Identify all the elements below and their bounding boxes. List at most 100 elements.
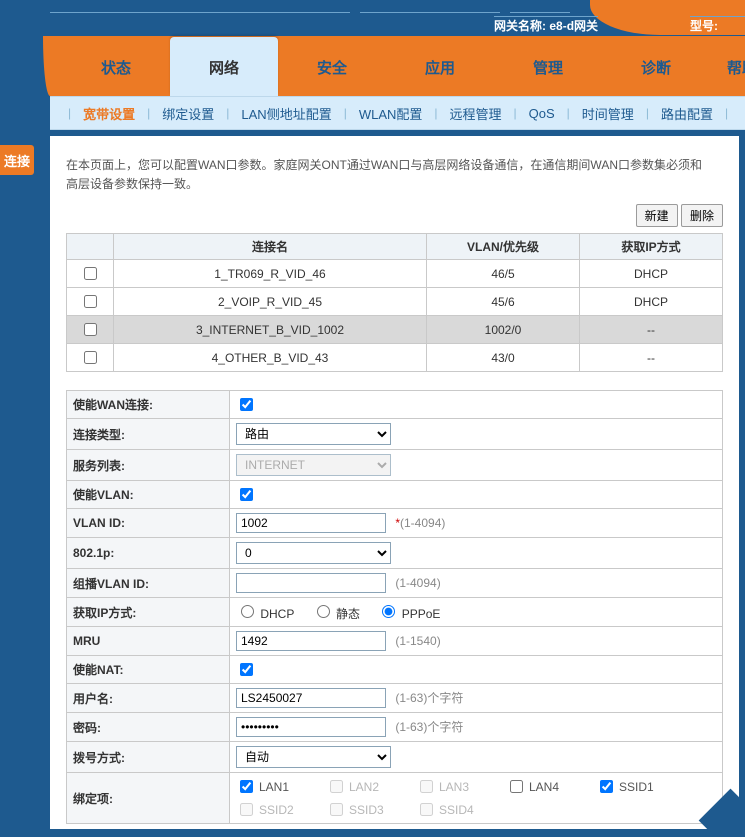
radio-pppoe-label[interactable]: PPPoE	[377, 607, 440, 621]
label-enable-nat: 使能NAT:	[67, 656, 230, 684]
col-name: 连接名	[114, 234, 427, 260]
bind-lan1[interactable]: LAN1	[236, 777, 326, 796]
col-check	[67, 234, 114, 260]
cell-name: 2_VOIP_R_VID_45	[114, 288, 427, 316]
input-vlan-id[interactable]	[236, 513, 386, 533]
checkbox-enable-nat[interactable]	[240, 663, 253, 676]
cell-vlan: 1002/0	[427, 316, 580, 344]
bind-checkbox-lan3	[420, 780, 433, 793]
tab-6[interactable]: 帮助	[710, 37, 745, 96]
toolbar: 新建 删除	[66, 204, 723, 227]
cell-name: 3_INTERNET_B_VID_1002	[114, 316, 427, 344]
col-ipmode: 获取IP方式	[580, 234, 723, 260]
page-description: 在本页面上，您可以配置WAN口参数。家庭网关ONT通过WAN口与高层网络设备通信…	[66, 156, 723, 194]
tab-1[interactable]: 网络	[170, 37, 278, 96]
label-username: 用户名:	[67, 684, 230, 713]
model-label: 型号:	[690, 19, 718, 33]
bind-lan2: LAN2	[326, 777, 416, 796]
subnav-item-2[interactable]: LAN侧地址配置	[233, 104, 339, 123]
bind-checkbox-ssid3	[330, 803, 343, 816]
label-mcast-vlan: 组播VLAN ID:	[67, 569, 230, 598]
side-tab-connection[interactable]: 连接	[0, 145, 34, 175]
input-mcast-vlan[interactable]	[236, 573, 386, 593]
select-conn-type[interactable]: 路由	[236, 423, 391, 445]
gateway-value: e8-d网关	[549, 19, 598, 33]
table-row[interactable]: 1_TR069_R_VID_4646/5DHCP	[67, 260, 723, 288]
radio-pppoe[interactable]	[382, 605, 395, 618]
tab-5[interactable]: 诊断	[602, 37, 710, 96]
hint-mru: (1-1540)	[395, 634, 440, 648]
checkbox-enable-vlan[interactable]	[240, 488, 253, 501]
radio-static[interactable]	[317, 605, 330, 618]
checkbox-enable-wan[interactable]	[240, 398, 253, 411]
label-dial: 拨号方式:	[67, 742, 230, 773]
radio-static-label[interactable]: 静态	[312, 607, 360, 621]
radio-group-ipmode: DHCP 静态 PPPoE	[230, 598, 723, 627]
label-ipmode: 获取IP方式:	[67, 598, 230, 627]
row-checkbox[interactable]	[84, 323, 97, 336]
tab-0[interactable]: 状态	[62, 37, 170, 96]
input-password[interactable]	[236, 717, 386, 737]
label-service: 服务列表:	[67, 450, 230, 481]
select-dial[interactable]: 自动	[236, 746, 391, 768]
bind-checkbox-ssid1[interactable]	[600, 780, 613, 793]
label-enable-wan: 使能WAN连接:	[67, 391, 230, 419]
bind-checkbox-ssid2	[240, 803, 253, 816]
connection-table: 连接名 VLAN/优先级 获取IP方式 1_TR069_R_VID_4646/5…	[66, 233, 723, 372]
content-panel: 在本页面上，您可以配置WAN口参数。家庭网关ONT通过WAN口与高层网络设备通信…	[50, 136, 739, 829]
table-row[interactable]: 3_INTERNET_B_VID_10021002/0--	[67, 316, 723, 344]
subnav-item-5[interactable]: QoS	[521, 106, 563, 121]
table-row[interactable]: 4_OTHER_B_VID_4343/0--	[67, 344, 723, 372]
radio-dhcp[interactable]	[241, 605, 254, 618]
bind-lan3: LAN3	[416, 777, 506, 796]
radio-dhcp-label[interactable]: DHCP	[236, 607, 294, 621]
tab-2[interactable]: 安全	[278, 37, 386, 96]
select-8021p[interactable]: 0	[236, 542, 391, 564]
cell-vlan: 45/6	[427, 288, 580, 316]
input-username[interactable]	[236, 688, 386, 708]
banner-bar: 网关名称: e8-d网关 型号: HG8245	[50, 12, 745, 31]
bind-checkbox-lan2	[330, 780, 343, 793]
input-mru[interactable]	[236, 631, 386, 651]
gateway-info: 网关名称: e8-d网关	[494, 16, 598, 34]
sub-nav: |宽带设置|绑定设置|LAN侧地址配置|WLAN配置|远程管理|QoS|时间管理…	[50, 96, 745, 130]
bind-ssid2: SSID2	[236, 800, 326, 819]
cell-ipmode: --	[580, 344, 723, 372]
subnav-item-7[interactable]: 路由配置	[653, 104, 721, 123]
binds-group: LAN1LAN2LAN3LAN4SSID1 SSID2SSID3SSID4	[236, 777, 716, 819]
select-service: INTERNET	[236, 454, 391, 476]
tab-3[interactable]: 应用	[386, 37, 494, 96]
hint-mcast-vlan: (1-4094)	[395, 576, 440, 590]
subnav-item-1[interactable]: 绑定设置	[154, 104, 222, 123]
hint-vlan-id: *(1-4094)	[395, 516, 445, 530]
config-form: 使能WAN连接: 连接类型: 路由 服务列表: INTERNET 使能VLAN:…	[66, 390, 723, 824]
row-checkbox[interactable]	[84, 295, 97, 308]
label-enable-vlan: 使能VLAN:	[67, 481, 230, 509]
col-vlan: VLAN/优先级	[427, 234, 580, 260]
bind-checkbox-lan1[interactable]	[240, 780, 253, 793]
subnav-item-4[interactable]: 远程管理	[442, 104, 510, 123]
row-checkbox[interactable]	[84, 267, 97, 280]
cell-ipmode: DHCP	[580, 288, 723, 316]
bind-checkbox-lan4[interactable]	[510, 780, 523, 793]
label-mru: MRU	[67, 627, 230, 656]
label-8021p: 802.1p:	[67, 538, 230, 569]
bind-ssid3: SSID3	[326, 800, 416, 819]
delete-button[interactable]: 删除	[681, 204, 723, 227]
cell-ipmode: --	[580, 316, 723, 344]
label-password: 密码:	[67, 713, 230, 742]
cell-ipmode: DHCP	[580, 260, 723, 288]
subnav-item-3[interactable]: WLAN配置	[351, 104, 431, 123]
row-checkbox[interactable]	[84, 351, 97, 364]
bind-ssid4: SSID4	[416, 800, 506, 819]
subnav-item-0[interactable]: 宽带设置	[75, 104, 143, 123]
subnav-item-6[interactable]: 时间管理	[574, 104, 642, 123]
bind-lan4[interactable]: LAN4	[506, 777, 596, 796]
hint-password: (1-63)个字符	[395, 720, 463, 734]
cell-vlan: 46/5	[427, 260, 580, 288]
bind-ssid1[interactable]: SSID1	[596, 777, 686, 796]
label-binds: 绑定项:	[67, 773, 230, 824]
table-row[interactable]: 2_VOIP_R_VID_4545/6DHCP	[67, 288, 723, 316]
new-button[interactable]: 新建	[636, 204, 678, 227]
tab-4[interactable]: 管理	[494, 37, 602, 96]
